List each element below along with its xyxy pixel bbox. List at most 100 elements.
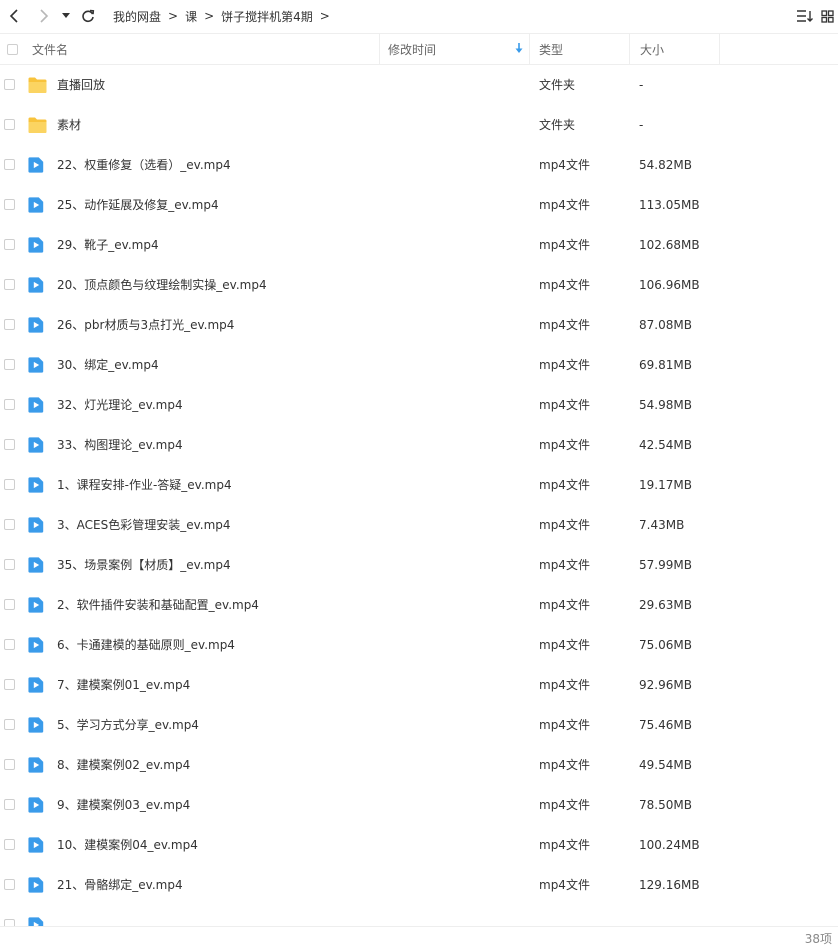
row-checkbox[interactable] xyxy=(4,319,15,330)
chevron-right-icon xyxy=(40,9,49,23)
file-row[interactable]: 30、绑定_ev.mp4 mp4文件 69.81MB xyxy=(0,345,838,385)
view-mode-button[interactable] xyxy=(819,6,835,26)
file-name[interactable]: 25、动作延展及修复_ev.mp4 xyxy=(57,185,219,225)
row-checkbox[interactable] xyxy=(4,719,15,730)
row-checkbox[interactable] xyxy=(4,439,15,450)
file-row[interactable]: 7、建模案例01_ev.mp4 mp4文件 92.96MB xyxy=(0,665,838,705)
file-name[interactable]: 1、课程安排-作业-答疑_ev.mp4 xyxy=(57,465,232,505)
file-name[interactable]: 26、pbr材质与3点打光_ev.mp4 xyxy=(57,305,234,345)
video-file-icon xyxy=(28,356,47,374)
file-name[interactable]: 22、权重修复（选看）_ev.mp4 xyxy=(57,145,231,185)
file-size: 42.54MB xyxy=(639,438,692,452)
file-row[interactable]: 3、ACES色彩管理安装_ev.mp4 mp4文件 7.43MB xyxy=(0,505,838,545)
row-checkbox[interactable] xyxy=(4,79,15,90)
file-row[interactable]: 32、灯光理论_ev.mp4 mp4文件 54.98MB xyxy=(0,385,838,425)
file-name[interactable]: 2、软件插件安装和基础配置_ev.mp4 xyxy=(57,585,259,625)
file-row[interactable]: 2、软件插件安装和基础配置_ev.mp4 mp4文件 29.63MB xyxy=(0,585,838,625)
file-name[interactable]: 10、建模案例04_ev.mp4 xyxy=(57,825,198,865)
row-checkbox[interactable] xyxy=(4,799,15,810)
file-row[interactable]: 6、卡通建模的基础原则_ev.mp4 mp4文件 75.06MB xyxy=(0,625,838,665)
file-name[interactable]: 32、灯光理论_ev.mp4 xyxy=(57,385,183,425)
file-row[interactable]: 9、建模案例03_ev.mp4 mp4文件 78.50MB xyxy=(0,785,838,825)
row-checkbox[interactable] xyxy=(4,359,15,370)
row-checkbox[interactable] xyxy=(4,159,15,170)
folder-icon xyxy=(28,76,47,94)
file-name[interactable]: 29、靴子_ev.mp4 xyxy=(57,225,159,265)
file-size: 57.99MB xyxy=(639,558,692,572)
file-row[interactable]: 25、动作延展及修复_ev.mp4 mp4文件 113.05MB xyxy=(0,185,838,225)
file-row[interactable]: 1、课程安排-作业-答疑_ev.mp4 mp4文件 19.17MB xyxy=(0,465,838,505)
file-name[interactable]: 21、骨骼绑定_ev.mp4 xyxy=(57,865,183,905)
breadcrumb-item-current[interactable]: 饼子搅拌机第4期 xyxy=(221,8,313,25)
file-row[interactable]: 素材 文件夹 - xyxy=(0,105,838,145)
file-row[interactable]: 33、构图理论_ev.mp4 mp4文件 42.54MB xyxy=(0,425,838,465)
row-checkbox[interactable] xyxy=(4,879,15,890)
row-checkbox[interactable] xyxy=(4,519,15,530)
file-size: 78.50MB xyxy=(639,798,692,812)
file-size: 106.96MB xyxy=(639,278,700,292)
sort-button[interactable] xyxy=(794,6,816,26)
back-button[interactable] xyxy=(3,5,25,27)
row-checkbox[interactable] xyxy=(4,399,15,410)
file-type: mp4文件 xyxy=(539,318,590,332)
forward-button[interactable] xyxy=(33,5,55,27)
row-checkbox[interactable] xyxy=(4,759,15,770)
file-row[interactable]: 35、场景案例【材质】_ev.mp4 mp4文件 57.99MB xyxy=(0,545,838,585)
breadcrumb-item-course[interactable]: 课 xyxy=(185,8,197,25)
file-name[interactable]: 7、建模案例01_ev.mp4 xyxy=(57,665,190,705)
column-header-size[interactable]: 大小 xyxy=(630,34,720,64)
file-name[interactable]: 5、学习方式分享_ev.mp4 xyxy=(57,705,199,745)
file-name[interactable]: 9、建模案例03_ev.mp4 xyxy=(57,785,190,825)
file-name[interactable]: 33、构图理论_ev.mp4 xyxy=(57,425,183,465)
file-name[interactable]: 直播回放 xyxy=(57,65,105,105)
video-file-icon xyxy=(28,316,47,334)
file-row[interactable]: 20、顶点颜色与纹理绘制实操_ev.mp4 mp4文件 106.96MB xyxy=(0,265,838,305)
sort-list-icon xyxy=(797,10,813,22)
refresh-button[interactable] xyxy=(77,5,99,27)
file-type: mp4文件 xyxy=(539,278,590,292)
column-header-name[interactable]: 文件名 xyxy=(24,34,380,64)
file-list-header: 文件名 修改时间 类型 大小 xyxy=(0,33,838,65)
row-checkbox[interactable] xyxy=(4,559,15,570)
file-name[interactable]: 35、场景案例【材质】_ev.mp4 xyxy=(57,545,231,585)
row-checkbox[interactable] xyxy=(4,839,15,850)
file-row[interactable]: 8、建模案例02_ev.mp4 mp4文件 49.54MB xyxy=(0,745,838,785)
row-checkbox[interactable] xyxy=(4,119,15,130)
file-row[interactable]: 29、靴子_ev.mp4 mp4文件 102.68MB xyxy=(0,225,838,265)
row-checkbox[interactable] xyxy=(4,479,15,490)
file-type: mp4文件 xyxy=(539,798,590,812)
row-checkbox[interactable] xyxy=(4,679,15,690)
file-type: mp4文件 xyxy=(539,758,590,772)
row-checkbox[interactable] xyxy=(4,199,15,210)
breadcrumb-item-my-drive[interactable]: 我的网盘 xyxy=(113,8,161,25)
file-row[interactable]: 21、骨骼绑定_ev.mp4 mp4文件 129.16MB xyxy=(0,865,838,905)
file-row[interactable]: 10、建模案例04_ev.mp4 mp4文件 100.24MB xyxy=(0,825,838,865)
file-row[interactable]: 22、权重修复（选看）_ev.mp4 mp4文件 54.82MB xyxy=(0,145,838,185)
file-row[interactable]: 26、pbr材质与3点打光_ev.mp4 mp4文件 87.08MB xyxy=(0,305,838,345)
file-name[interactable]: 20、顶点颜色与纹理绘制实操_ev.mp4 xyxy=(57,265,267,305)
column-header-type[interactable]: 类型 xyxy=(530,34,630,64)
file-name[interactable]: 30、绑定_ev.mp4 xyxy=(57,345,159,385)
file-size: 54.98MB xyxy=(639,398,692,412)
file-size: 75.46MB xyxy=(639,718,692,732)
file-name[interactable]: 8、建模案例02_ev.mp4 xyxy=(57,745,190,785)
file-row[interactable]: 直播回放 文件夹 - xyxy=(0,65,838,105)
file-name[interactable]: 6、卡通建模的基础原则_ev.mp4 xyxy=(57,625,235,665)
file-size: 7.43MB xyxy=(639,518,685,532)
row-checkbox[interactable] xyxy=(4,279,15,290)
row-checkbox[interactable] xyxy=(4,239,15,250)
file-name[interactable]: 3、ACES色彩管理安装_ev.mp4 xyxy=(57,505,231,545)
file-size: 75.06MB xyxy=(639,638,692,652)
file-size: 87.08MB xyxy=(639,318,692,332)
file-type: mp4文件 xyxy=(539,718,590,732)
history-dropdown-button[interactable] xyxy=(59,5,73,27)
file-row[interactable]: 5、学习方式分享_ev.mp4 mp4文件 75.46MB xyxy=(0,705,838,745)
video-file-icon xyxy=(28,396,47,414)
select-all-checkbox[interactable] xyxy=(6,43,18,55)
row-checkbox[interactable] xyxy=(4,599,15,610)
row-checkbox[interactable] xyxy=(4,639,15,650)
column-header-mtime[interactable]: 修改时间 xyxy=(380,34,530,64)
file-size: - xyxy=(639,78,644,92)
column-header-name-label: 文件名 xyxy=(32,42,69,57)
file-name[interactable]: 素材 xyxy=(57,105,81,145)
